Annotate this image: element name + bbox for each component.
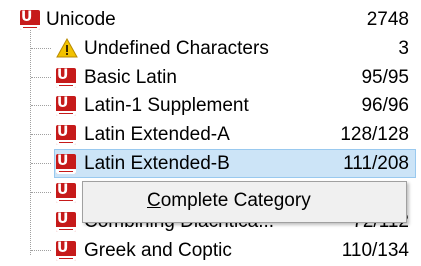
tree-item-latin-extended-a[interactable]: U Latin Extended-A 128/128	[0, 120, 421, 150]
menu-item-accelerator: C	[147, 190, 161, 211]
tree-item-count: 110/134	[341, 240, 409, 261]
tree-item-label: Basic Latin	[84, 67, 177, 88]
unicode-icon: U	[56, 125, 76, 145]
tree-item-undefined-characters[interactable]: Undefined Characters 3	[0, 34, 421, 64]
unicode-icon: U	[56, 241, 76, 261]
tree-item-latin-1-supplement[interactable]: U Latin-1 Supplement 96/96	[0, 91, 421, 121]
tree-root-count: 2748	[366, 9, 409, 30]
tree-item-label: Greek and Coptic	[84, 240, 232, 261]
unicode-category-tree: U Unicode 2748 Undefined Characters 3 U …	[0, 0, 421, 266]
unicode-icon: U	[56, 183, 76, 203]
tree-root-label: Unicode	[46, 9, 116, 30]
unicode-icon: U	[56, 212, 76, 232]
tree-item-latin-extended-b-content: U Latin Extended-B 111/208	[0, 149, 421, 179]
tree-item-count: 128/128	[340, 124, 409, 145]
tree-item-label: Undefined Characters	[84, 38, 269, 59]
tree-item-basic-latin[interactable]: U Basic Latin 95/95	[0, 63, 421, 93]
context-menu: Complete Category	[82, 181, 407, 223]
tree-root-row[interactable]: U Unicode 2748	[0, 5, 421, 35]
unicode-icon: U	[20, 10, 40, 30]
tree-item-count: 111/208	[343, 153, 409, 174]
tree-item-count: 3	[398, 38, 409, 59]
unicode-icon: U	[56, 154, 76, 174]
tree-item-label: Latin Extended-B	[84, 153, 230, 174]
warning-icon	[56, 38, 78, 58]
tree-item-count: 96/96	[361, 95, 409, 116]
menu-item-label: omplete Category	[160, 190, 311, 211]
unicode-icon: U	[56, 68, 76, 88]
unicode-icon: U	[56, 96, 76, 116]
tree-item-greek-and-coptic[interactable]: U Greek and Coptic 110/134	[0, 236, 421, 266]
tree-item-label: Latin Extended-A	[84, 124, 230, 145]
tree-item-count: 95/95	[361, 67, 409, 88]
tree-item-label: Latin-1 Supplement	[84, 95, 249, 116]
menu-item-complete-category[interactable]: Complete Category	[147, 190, 311, 212]
